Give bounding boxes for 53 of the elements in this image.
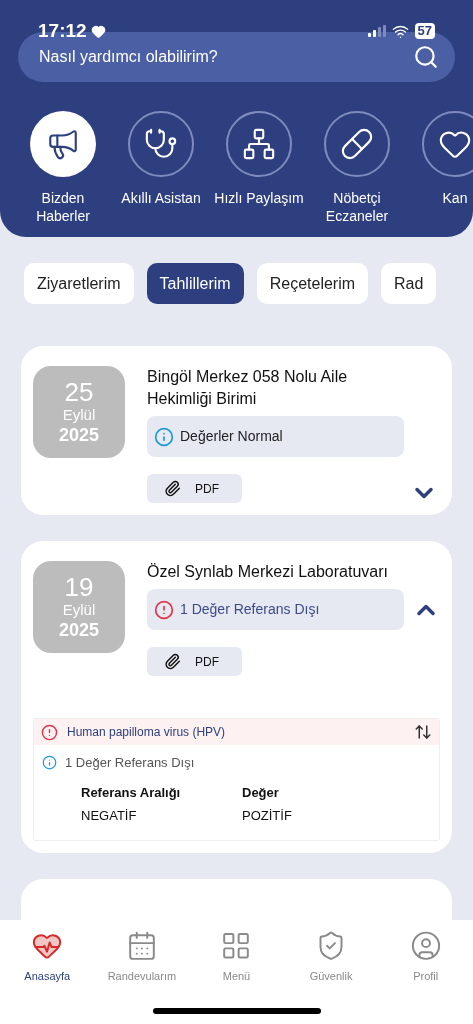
column-header: Değer [242, 783, 280, 802]
battery-indicator: 57 [414, 23, 435, 39]
alert-icon [154, 599, 174, 620]
nav-item[interactable]: Profil [380, 930, 471, 984]
nav-item[interactable]: Anasayfa [2, 930, 93, 984]
stethoscope-icon [144, 127, 178, 161]
table-cell-text: POZİTİF [242, 807, 293, 825]
shortcut-button[interactable] [128, 111, 194, 177]
shortcut-label: Hızlı Paylaşım [214, 189, 304, 207]
signal-icon [367, 25, 386, 37]
status-text: 1 Değer Referans Dışı [180, 600, 320, 619]
tab[interactable]: Tahlillerim [146, 263, 244, 304]
status-text: Değerler Normal [180, 427, 283, 446]
date-month: Eylül [62, 601, 96, 619]
pdf-button[interactable]: PDF [147, 474, 242, 503]
test-name: Human papilloma virus (HPV) [67, 724, 226, 741]
date-day: 25 [64, 378, 94, 406]
pill-icon [340, 127, 374, 161]
shortcut-label: Bizden Haberler [35, 189, 91, 225]
date-year: 2025 [58, 424, 99, 446]
tab[interactable]: Rad [381, 263, 437, 304]
info-icon [42, 755, 57, 771]
table-cell-text: NEGATİF [81, 807, 138, 825]
shortcut-label: Akıllı Asistan [121, 189, 201, 207]
shortcut-button[interactable] [422, 111, 473, 177]
nav-item[interactable]: Menü [191, 930, 282, 984]
date-day: 19 [64, 573, 94, 601]
date-year: 2025 [58, 619, 99, 641]
info-icon [154, 426, 174, 447]
shortcut-label: Nöbetçi Eczaneler [324, 189, 390, 225]
tab[interactable]: Reçetelerim [256, 263, 369, 304]
detail-note: 1 Değer Referans Dışı [65, 754, 195, 772]
user-icon [409, 930, 442, 962]
column-header: Referans Aralığı [81, 783, 182, 802]
megaphone-icon [46, 127, 80, 161]
network-icon [242, 127, 276, 161]
lab-title: Özel Synlab Merkezi Laboratuvarı [147, 562, 389, 582]
shortcut-button[interactable] [226, 111, 292, 177]
compare-icon[interactable] [414, 723, 432, 741]
pdf-button[interactable]: PDF [147, 647, 242, 676]
nav-item[interactable]: Randevularım [96, 930, 187, 984]
lab-title: Bingöl Merkez 058 Nolu Aile Hekimliği Birimi [147, 367, 349, 409]
shortcut-label: Kan [442, 189, 468, 207]
shortcut-button[interactable] [324, 111, 390, 177]
search-input[interactable]: Nasıl yardımcı olabilirim? [39, 45, 413, 69]
tab[interactable]: Ziyaretlerim [24, 263, 134, 304]
search-icon[interactable] [413, 44, 439, 70]
paperclip-icon [164, 653, 181, 670]
heart-icon [90, 23, 106, 39]
nav-item[interactable]: Güvenlik [286, 930, 377, 984]
paperclip-icon [164, 480, 181, 497]
date-month: Eylül [62, 406, 96, 424]
alert-icon [41, 723, 58, 741]
